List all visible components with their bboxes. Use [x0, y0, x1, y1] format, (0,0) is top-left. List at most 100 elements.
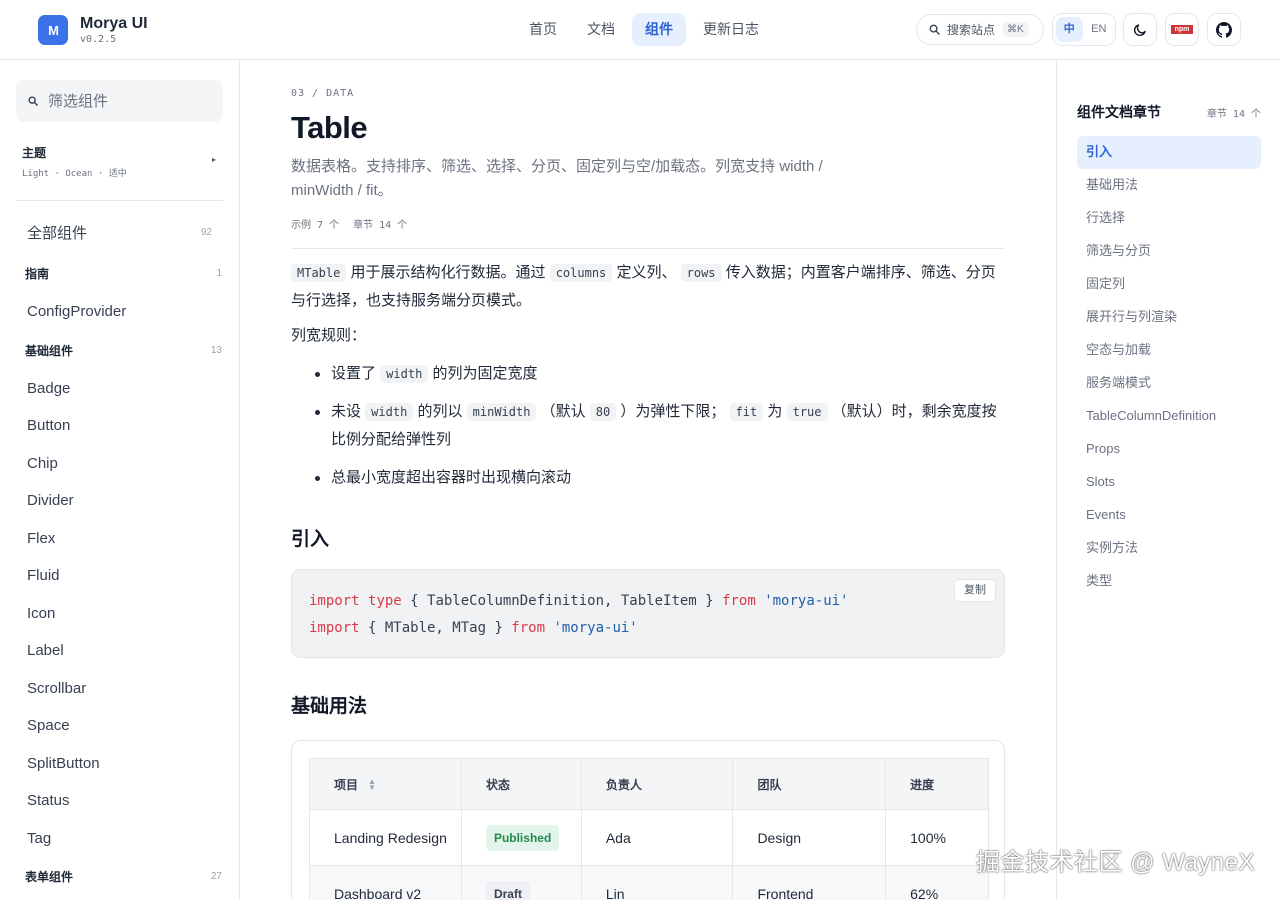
toc-item-methods[interactable]: 实例方法 — [1077, 532, 1261, 565]
sidebar-item-label: Tag — [27, 829, 52, 847]
moon-icon — [1133, 23, 1146, 36]
logo: M — [38, 15, 68, 45]
toc-item-column-definition[interactable]: TableColumnDefinition — [1077, 400, 1261, 433]
npm-icon: npm — [1171, 25, 1193, 34]
toc-item-events[interactable]: Events — [1077, 499, 1261, 532]
cell-owner: Lin — [581, 865, 734, 900]
toc-item-server-mode[interactable]: 服务端模式 — [1077, 367, 1261, 400]
sidebar-item-label: Space — [27, 717, 70, 735]
rule-text: 的列为固定宽度 — [428, 365, 538, 382]
cell-team: Frontend — [732, 865, 887, 900]
nav-components[interactable]: 组件 — [632, 13, 686, 46]
sidebar-item-tag[interactable]: Tag — [16, 820, 223, 858]
column-header-project[interactable]: 项目 ▲ ▼ — [309, 758, 462, 810]
column-header-status: 状态 — [461, 758, 582, 810]
watermark: 掘金技术社区 @ WayneX — [976, 849, 1256, 876]
count-badge: 27 — [210, 871, 222, 882]
sidebar-item-label: Flex — [27, 529, 56, 547]
nav-docs[interactable]: 文档 — [574, 13, 628, 46]
sidebar-item-status[interactable]: Status — [16, 782, 223, 820]
sort-icon: ▲ ▼ — [368, 777, 376, 793]
toc-item-filter-pagination[interactable]: 筛选与分页 — [1077, 235, 1261, 268]
github-link-button[interactable] — [1207, 13, 1241, 46]
inline-code: width — [365, 403, 414, 421]
brand-version: v0.2.5 — [80, 33, 117, 45]
cell-status: Draft — [461, 865, 582, 900]
brand[interactable]: M Morya UI v0.2.5 — [38, 15, 148, 45]
sidebar-item-label: Icon — [27, 604, 56, 622]
inline-code: 80 — [589, 403, 617, 421]
toc-list: 引入 基础用法 行选择 筛选与分页 固定列 展开行与列渲染 空态与加载 服务端模… — [1077, 136, 1261, 598]
theme-summary: Light · Ocean · 适中 — [22, 169, 127, 179]
toc-header: 组件文档章节 章节 14 个 — [1077, 102, 1261, 122]
cell-status: Published — [461, 809, 582, 866]
table-row[interactable]: Dashboard v2 Draft Lin Frontend 62% — [309, 865, 989, 900]
code-keyword: type — [368, 593, 402, 609]
toc-item-types[interactable]: 类型 — [1077, 565, 1261, 598]
sidebar-item-divider[interactable]: Divider — [16, 482, 223, 520]
column-width-rules: 设置了 width 的列为固定宽度 未设 width 的列以 minWidth … — [315, 360, 1001, 502]
toc-item-slots[interactable]: Slots — [1077, 466, 1261, 499]
sidebar-item-flex[interactable]: Flex — [16, 520, 223, 558]
nav-changelog[interactable]: 更新日志 — [690, 13, 772, 46]
code-string: 'morya-ui' — [764, 593, 849, 609]
npm-link-button[interactable]: npm — [1165, 13, 1199, 46]
demo-box: 项目 ▲ ▼ 状态 负责人 团队 进度 Landing Redesign Publi… — [291, 740, 1005, 900]
sidebar-item-all-components[interactable]: 全部组件 92 — [16, 214, 223, 251]
language-switch: 中 EN — [1052, 13, 1116, 46]
toc-item-empty-loading[interactable]: 空态与加载 — [1077, 334, 1261, 367]
code-keyword: import — [309, 620, 360, 636]
sidebar-item-label[interactable]: Label — [16, 632, 223, 670]
toc-item-basic-usage[interactable]: 基础用法 — [1077, 169, 1261, 202]
sidebar-item-label: Divider — [27, 492, 74, 510]
toc-item-import[interactable]: 引入 — [1077, 136, 1261, 169]
section-heading-import: 引入 — [291, 529, 330, 550]
section-heading-basic-usage: 基础用法 — [291, 696, 368, 717]
lang-en[interactable]: EN — [1086, 17, 1113, 42]
sidebar-item-fluid[interactable]: Fluid — [16, 557, 223, 595]
group-label: 指南 — [25, 267, 50, 281]
toc-item-fixed-columns[interactable]: 固定列 — [1077, 268, 1261, 301]
page-title: Table — [291, 110, 368, 145]
theme-toggle-button[interactable] — [1123, 13, 1157, 46]
sidebar-item-icon[interactable]: Icon — [16, 595, 223, 633]
sidebar-item-chip[interactable]: Chip — [16, 445, 223, 483]
sidebar-item-label: Label — [27, 642, 64, 660]
toc-item-props[interactable]: Props — [1077, 433, 1261, 466]
sidebar-item-label: Scrollbar — [27, 679, 87, 697]
toc-item-row-selection[interactable]: 行选择 — [1077, 202, 1261, 235]
cell-owner: Ada — [581, 809, 734, 866]
column-header-team: 团队 — [732, 758, 887, 810]
toc-count: 章节 14 个 — [1206, 108, 1261, 120]
rule-text: 为 — [763, 403, 787, 420]
page-meta: 示例 7 个 章节 14 个 — [291, 216, 407, 231]
brand-name: Morya UI — [80, 14, 148, 32]
lang-zh[interactable]: 中 — [1056, 17, 1083, 42]
theme-selector[interactable]: 主题 Light · Ocean · 适中 ▸ — [22, 144, 218, 179]
sidebar-item-label: Fluid — [27, 567, 60, 585]
cell-progress: 62% — [885, 865, 989, 900]
inline-code: MTable — [291, 264, 347, 282]
site-search-button[interactable]: 搜索站点 ⌘K — [916, 14, 1044, 45]
status-badge: Draft — [485, 880, 530, 900]
sidebar-item-configprovider[interactable]: ConfigProvider — [16, 293, 223, 331]
rule-text: 设置了 — [331, 365, 381, 382]
toc-item-expand-render[interactable]: 展开行与列渲染 — [1077, 301, 1261, 334]
sidebar-item-splitbutton[interactable]: SplitButton — [16, 745, 223, 783]
cell-project: Dashboard v2 — [309, 865, 462, 900]
column-header-progress: 进度 — [885, 758, 989, 810]
nav-home[interactable]: 首页 — [516, 13, 570, 46]
sidebar-item-button[interactable]: Button — [16, 407, 223, 445]
copy-code-button[interactable]: 复制 — [954, 579, 996, 602]
sidebar-item-space[interactable]: Space — [16, 707, 223, 745]
sidebar-item-scrollbar[interactable]: Scrollbar — [16, 670, 223, 708]
toc-title: 组件文档章节 — [1077, 104, 1161, 120]
code-keyword: import — [309, 593, 360, 609]
table-row[interactable]: Landing Redesign Published Ada Design 10… — [309, 809, 989, 866]
sidebar-item-badge[interactable]: Badge — [16, 370, 223, 408]
intro-text: 用于展示结构化行数据。通过 — [346, 264, 550, 281]
inline-code: columns — [549, 264, 613, 282]
rule-item: 未设 width 的列以 minWidth （默认 80 ）为弹性下限； fit… — [315, 398, 1001, 454]
rule-item: 设置了 width 的列为固定宽度 — [315, 360, 1001, 388]
filter-components-input[interactable] — [48, 92, 208, 110]
